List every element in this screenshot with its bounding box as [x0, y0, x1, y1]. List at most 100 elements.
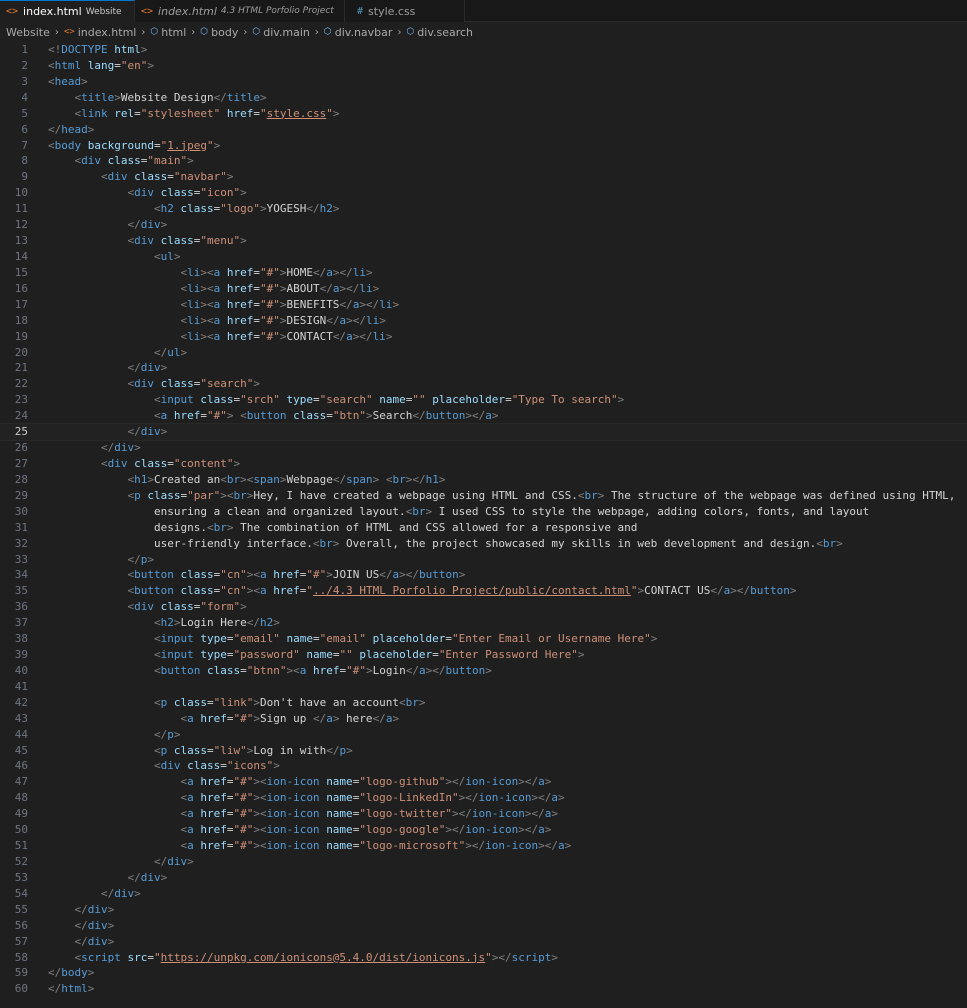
- code-line[interactable]: 1 <!DOCTYPE html>: [0, 42, 967, 58]
- code-token: YOGESH: [266, 202, 307, 216]
- code-token: =: [312, 393, 320, 407]
- code-line[interactable]: 10 <div class="icon">: [0, 185, 967, 201]
- code-token: >: [365, 265, 373, 279]
- code-line[interactable]: 26 </div>: [0, 440, 967, 456]
- code-line[interactable]: 52 </div>: [0, 854, 967, 870]
- code-line[interactable]: 60 </html>: [0, 981, 967, 997]
- code-token: ><: [200, 297, 214, 311]
- code-token: "btnn": [246, 663, 287, 677]
- code-line[interactable]: 17 <li><a href="#">BENEFITS</a></li>: [0, 297, 967, 313]
- code-text: </div>: [28, 360, 167, 376]
- code-line[interactable]: 18 <li><a href="#">DESIGN</a></li>: [0, 313, 967, 329]
- code-line[interactable]: 44 </p>: [0, 727, 967, 743]
- code-line[interactable]: 41: [0, 679, 967, 695]
- code-line[interactable]: 34 <button class="cn"><a href="#">JOIN U…: [0, 567, 967, 583]
- code-line[interactable]: 29 <p class="par"><br>Hey, I have create…: [0, 488, 967, 504]
- code-token: button: [160, 663, 201, 677]
- code-line[interactable]: 53 </div>: [0, 870, 967, 886]
- tab-style-css[interactable]: # style.css: [345, 0, 465, 22]
- code-token: ion-icon: [266, 823, 320, 837]
- code-line[interactable]: 36 <div class="form">: [0, 599, 967, 615]
- code-line[interactable]: 2 <html lang="en">: [0, 58, 967, 74]
- breadcrumb-item-div-main[interactable]: div.main: [263, 26, 310, 39]
- code-line[interactable]: 19 <li><a href="#">CONTACT</a></li>: [0, 329, 967, 345]
- code-line[interactable]: 23 <input class="srch" type="search" nam…: [0, 392, 967, 408]
- code-line[interactable]: 20 </ul>: [0, 345, 967, 361]
- code-editor[interactable]: 1 <!DOCTYPE html> 2 <html lang="en"> 3 <head>…: [0, 42, 967, 997]
- code-line[interactable]: 55 </div>: [0, 902, 967, 918]
- code-token: h1: [425, 472, 439, 486]
- code-line[interactable]: 8 <div class="main">: [0, 153, 967, 169]
- code-line[interactable]: 4 <title>Website Design</title>: [0, 90, 967, 106]
- code-token: =: [312, 632, 320, 646]
- line-number: 10: [14, 186, 28, 200]
- code-line[interactable]: 47 <a href="#"><ion-icon name="logo-gith…: [0, 774, 967, 790]
- code-line[interactable]: 5 <link rel="stylesheet" href="style.css…: [0, 106, 967, 122]
- code-line[interactable]: 46 <div class="icons">: [0, 758, 967, 774]
- code-line[interactable]: 22 <div class="search">: [0, 376, 967, 392]
- tab-index-html-portfolio[interactable]: <> index.html 4.3 HTML Porfolio Project: [135, 0, 345, 22]
- code-line[interactable]: 14 <ul>: [0, 249, 967, 265]
- chevron-right-icon: ›: [314, 26, 319, 38]
- code-line[interactable]: 32 user-friendly interface.<br> Overall,…: [0, 536, 967, 552]
- code-line[interactable]: 35 <button class="cn"><a href="../4.3 HT…: [0, 583, 967, 599]
- code-token: >: [81, 74, 88, 88]
- code-token: >: [418, 695, 426, 709]
- code-line[interactable]: 56 </div>: [0, 918, 967, 934]
- breadcrumb-item-div-search[interactable]: div.search: [417, 26, 473, 39]
- code-line[interactable]: 24 <a href="#"> <button class="btn">Sear…: [0, 408, 967, 424]
- code-line[interactable]: 21 </div>: [0, 360, 967, 376]
- code-line[interactable]: 37 <h2>Login Here</h2>: [0, 615, 967, 631]
- tab-index-html-website[interactable]: <> index.html Website ✕: [0, 0, 144, 22]
- breadcrumb-item-html[interactable]: html: [161, 26, 186, 39]
- code-line[interactable]: 57 </div>: [0, 934, 967, 950]
- code-token: div: [81, 154, 101, 168]
- code-token: class: [187, 759, 221, 773]
- code-line[interactable]: 54 </div>: [0, 886, 967, 902]
- code-token: >: [240, 234, 247, 248]
- code-line[interactable]: 40 <button class="btnn"><a href="#">Logi…: [0, 663, 967, 679]
- code-line[interactable]: 43 <a href="#">Sign up </a> here</a>: [0, 711, 967, 727]
- code-line[interactable]: 6 </head>: [0, 122, 967, 138]
- code-token: div: [140, 870, 161, 884]
- code-line[interactable]: 31 designs.<br> The combination of HTML …: [0, 520, 967, 536]
- code-line[interactable]: 9 <div class="navbar">: [0, 169, 967, 185]
- code-line[interactable]: 49 <a href="#"><ion-icon name="logo-twit…: [0, 806, 967, 822]
- breadcrumb-item-file[interactable]: index.html: [78, 26, 137, 39]
- code-line[interactable]: 25 </div>: [0, 423, 967, 442]
- code-line[interactable]: 50 <a href="#"><ion-icon name="logo-goog…: [0, 822, 967, 838]
- code-line[interactable]: 12 </div>: [0, 217, 967, 233]
- code-line[interactable]: 16 <li><a href="#">ABOUT</a></li>: [0, 281, 967, 297]
- code-line[interactable]: 27 <div class="content">: [0, 456, 967, 472]
- code-line[interactable]: 7 <body background="1.jpeg">: [0, 138, 967, 154]
- breadcrumb-item-website[interactable]: Website: [6, 26, 50, 39]
- code-token: =: [114, 58, 121, 72]
- code-line[interactable]: 11 <h2 class="logo">YOGESH</h2>: [0, 201, 967, 217]
- code-line[interactable]: 3 <head>: [0, 74, 967, 90]
- code-line[interactable]: 58 <script src="https://unpkg.com/ionico…: [0, 950, 967, 966]
- code-line[interactable]: 42 <p class="link">Don't have an account…: [0, 695, 967, 711]
- code-line[interactable]: 48 <a href="#"><ion-icon name="logo-Link…: [0, 790, 967, 806]
- code-line[interactable]: 28 <h1>Created an<br><span>Webpage</span…: [0, 472, 967, 488]
- code-token: >: [379, 313, 386, 327]
- code-line[interactable]: 51 <a href="#"><ion-icon name="logo-micr…: [0, 838, 967, 854]
- code-line[interactable]: 15 <li><a href="#">HOME</a></li>: [0, 265, 967, 281]
- breadcrumb-item-div-navbar[interactable]: div.navbar: [335, 26, 393, 39]
- code-token: </: [319, 281, 333, 295]
- code-line[interactable]: 30 ensuring a clean and organized layout…: [0, 504, 967, 520]
- code-text: </p>: [28, 727, 181, 743]
- code-line[interactable]: 38 <input type="email" name="email" plac…: [0, 631, 967, 647]
- code-text: <li><a href="#">HOME</a></li>: [28, 265, 373, 281]
- code-line[interactable]: 33 </p>: [0, 552, 967, 568]
- code-token: "search": [319, 393, 373, 407]
- code-line[interactable]: 59 </body>: [0, 965, 967, 981]
- code-line[interactable]: 13 <div class="menu">: [0, 233, 967, 249]
- breadcrumb-item-body[interactable]: body: [211, 26, 238, 39]
- code-line[interactable]: 45 <p class="liw">Log in with</p>: [0, 743, 967, 759]
- code-line[interactable]: 39 <input type="password" name="" placeh…: [0, 647, 967, 663]
- code-token: div: [87, 934, 108, 948]
